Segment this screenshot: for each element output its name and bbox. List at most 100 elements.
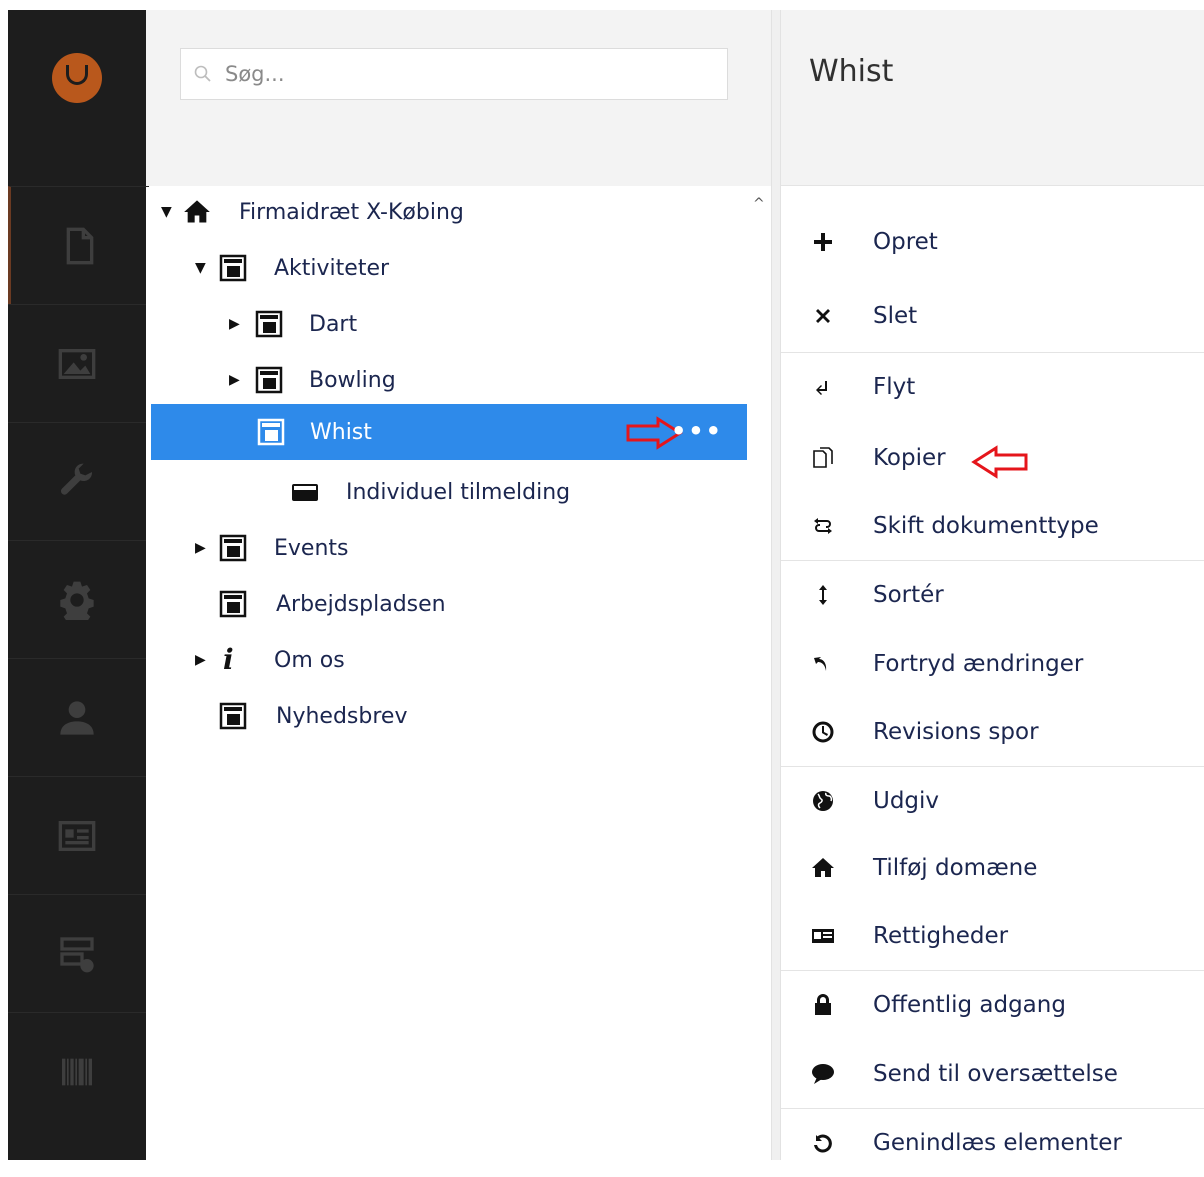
- action-rettigheder[interactable]: Rettigheder: [781, 902, 1204, 970]
- x-icon: [811, 304, 835, 328]
- action-genindlaes-elementer[interactable]: Genindlæs elementer: [781, 1108, 1204, 1177]
- page-icon: [219, 534, 247, 562]
- more-actions-button[interactable]: •••: [671, 417, 723, 445]
- form-add-icon: [60, 937, 94, 973]
- page-icon: [255, 310, 283, 338]
- tree-node-whist[interactable]: Whist •••: [151, 404, 747, 460]
- tree-node-om-os[interactable]: ▶ i Om os: [151, 632, 747, 688]
- tree-node-individuel[interactable]: Individuel tilmelding: [151, 464, 747, 520]
- action-sorter[interactable]: Sortér: [781, 560, 1204, 629]
- action-label: Opret: [873, 229, 938, 255]
- tree-node-label: Om os: [274, 647, 345, 673]
- plus-icon: [811, 230, 835, 254]
- collapse-caret-icon[interactable]: ▶: [229, 372, 243, 388]
- info-icon: i: [223, 643, 234, 676]
- expand-caret-icon[interactable]: ▼: [195, 260, 209, 276]
- sort-icon: [811, 583, 835, 607]
- search-icon: [194, 65, 211, 82]
- actions-header: Whist: [781, 10, 1204, 186]
- tree-node-dart[interactable]: ▶ Dart: [151, 296, 747, 352]
- action-label: Flyt: [873, 374, 916, 400]
- image-icon: [58, 349, 96, 379]
- collapse-caret-icon[interactable]: ▶: [229, 316, 243, 332]
- tree-node-label: Individuel tilmelding: [346, 479, 571, 505]
- action-slet[interactable]: Slet: [781, 282, 1204, 350]
- action-label: Udgiv: [873, 788, 940, 814]
- panel-splitter[interactable]: [771, 10, 781, 1160]
- tree-node-events[interactable]: ▶ Events: [151, 520, 747, 576]
- action-label: Slet: [873, 303, 918, 329]
- collapse-caret-icon[interactable]: ▶: [195, 652, 209, 668]
- page-icon: [219, 254, 247, 282]
- home-icon: [811, 856, 835, 880]
- tree-scrollbar[interactable]: ^: [747, 186, 771, 726]
- move-icon: [811, 375, 835, 399]
- tree-node-label: Nyhedsbrev: [276, 703, 408, 729]
- page-icon: [219, 702, 247, 730]
- app-sidebar: [8, 10, 149, 1160]
- gear-icon: [60, 581, 94, 620]
- page-icon: [219, 590, 247, 618]
- tree-node-label: Whist: [310, 419, 372, 445]
- id-card-icon: [811, 924, 835, 948]
- tree-node-label: Arbejdspladsen: [276, 591, 446, 617]
- action-label: Rettigheder: [873, 923, 1009, 949]
- action-label: Tilføj domæne: [873, 855, 1038, 881]
- card-icon: [292, 484, 318, 501]
- undo-icon: [811, 652, 835, 676]
- wrench-icon: [60, 463, 93, 495]
- section-users[interactable]: [8, 658, 146, 777]
- action-label: Skift dokumenttype: [873, 513, 1099, 539]
- tree-node-root[interactable]: ▼ Firmaidræt X-Købing: [151, 184, 747, 240]
- section-commerce[interactable]: [8, 1012, 146, 1131]
- section-settings[interactable]: [8, 422, 146, 541]
- section-content[interactable]: [8, 186, 149, 305]
- document-icon: [66, 227, 94, 265]
- action-udgiv[interactable]: Udgiv: [781, 766, 1204, 835]
- action-label: Offentlig adgang: [873, 992, 1066, 1018]
- action-tilfoj-domaene[interactable]: Tilføj domæne: [781, 834, 1204, 902]
- scroll-up-icon[interactable]: ^: [753, 196, 765, 212]
- tree-node-aktiviteter[interactable]: ▼ Aktiviteter: [151, 240, 747, 296]
- action-flyt[interactable]: Flyt: [781, 352, 1204, 421]
- action-skift-dokumenttype[interactable]: Skift dokumenttype: [781, 492, 1204, 560]
- tree-node-arbejdspladsen[interactable]: Arbejdspladsen: [151, 576, 747, 632]
- tree-node-label: Dart: [309, 311, 358, 337]
- page-icon: [257, 418, 285, 446]
- action-label: Kopier: [873, 445, 946, 471]
- lock-icon: [811, 993, 835, 1017]
- action-revisions-spor[interactable]: Revisions spor: [781, 698, 1204, 766]
- action-send-til-oversaettelse[interactable]: Send til oversættelse: [781, 1040, 1204, 1108]
- id-card-icon: [58, 821, 96, 851]
- tree-node-bowling[interactable]: ▶ Bowling: [151, 352, 747, 408]
- copy-icon: [811, 446, 835, 470]
- section-members[interactable]: [8, 776, 146, 895]
- home-icon: [184, 200, 210, 223]
- umbraco-logo[interactable]: [8, 10, 146, 186]
- swap-icon: [811, 514, 835, 538]
- tree-node-nyhedsbrev[interactable]: Nyhedsbrev: [151, 688, 747, 744]
- action-label: Genindlæs elementer: [873, 1130, 1122, 1156]
- expand-caret-icon[interactable]: ▼: [161, 204, 175, 220]
- action-label: Sortér: [873, 582, 944, 608]
- section-developer[interactable]: [8, 540, 146, 659]
- user-icon: [60, 701, 94, 735]
- tree-node-label: Bowling: [309, 367, 396, 393]
- actions-title: Whist: [809, 54, 894, 89]
- action-fortryd[interactable]: Fortryd ændringer: [781, 630, 1204, 698]
- section-media[interactable]: [8, 304, 146, 423]
- action-label: Revisions spor: [873, 719, 1039, 745]
- section-forms[interactable]: [8, 894, 146, 1013]
- tree-node-label: Events: [274, 535, 349, 561]
- tree-node-label: Aktiviteter: [274, 255, 390, 281]
- action-offentlig-adgang[interactable]: Offentlig adgang: [781, 970, 1204, 1039]
- collapse-caret-icon[interactable]: ▶: [195, 540, 209, 556]
- action-opret[interactable]: Opret: [781, 208, 1204, 276]
- content-tree: ▼ Firmaidræt X-Købing ▼ Aktiviteter ▶ Da…: [151, 184, 747, 730]
- search-input[interactable]: [223, 61, 707, 87]
- search-box[interactable]: [180, 48, 728, 100]
- tree-node-label: Firmaidræt X-Købing: [239, 199, 464, 225]
- action-kopier[interactable]: Kopier: [781, 424, 1204, 492]
- page-icon: [255, 366, 283, 394]
- tree-header: [146, 10, 771, 186]
